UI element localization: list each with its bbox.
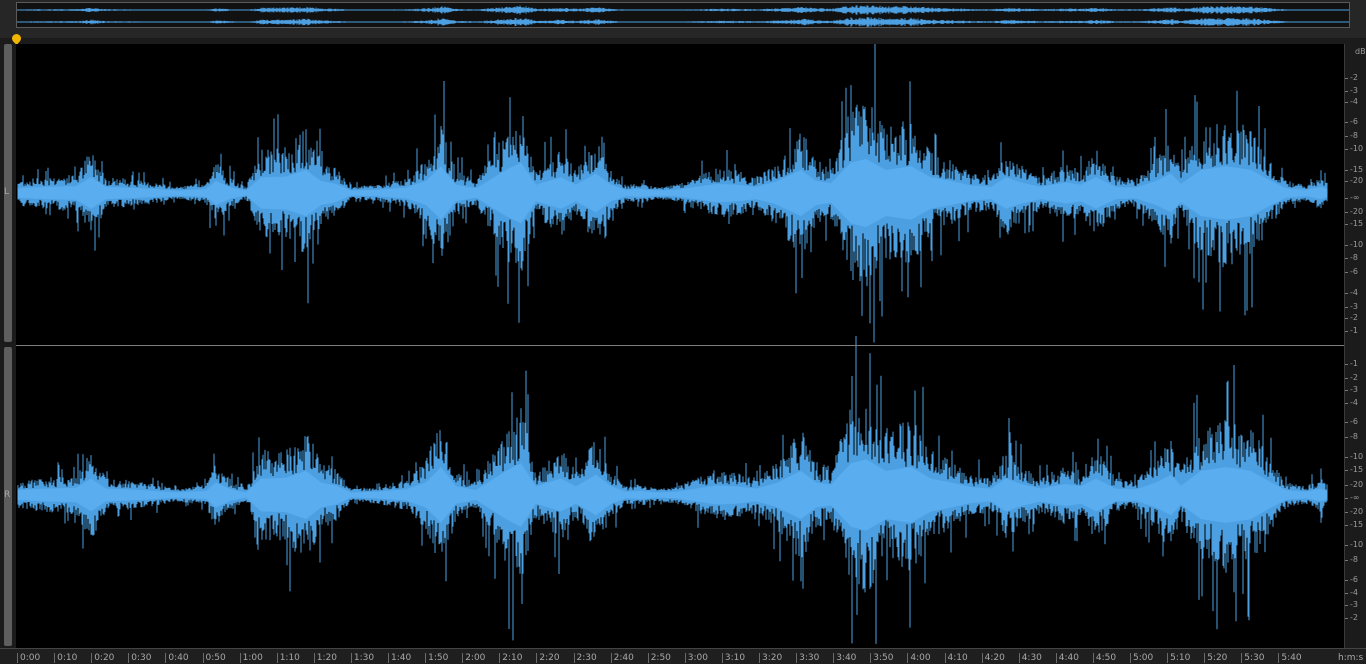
db-tick: -8 [1345,555,1358,564]
db-tick: -8 [1345,253,1358,262]
time-tick: 1:00 [239,653,263,663]
time-tick: 3:10 [721,653,745,663]
channel-l-label: L [4,187,10,197]
db-tick: -20 [1344,507,1364,516]
db-tick: -2 [1345,613,1358,622]
time-tick: 2:30 [573,653,597,663]
time-tick: 3:00 [684,653,708,663]
db-tick: -15 [1344,219,1364,228]
overview-navigator[interactable] [0,0,1366,38]
db-tick: -∞ [1345,493,1360,502]
time-tick: 4:40 [1055,653,1079,663]
db-tick: -1 [1345,326,1358,335]
db-tick: -20 [1344,480,1364,489]
time-tick: 4:00 [907,653,931,663]
db-tick: -6 [1345,575,1358,584]
db-tick: -3 [1345,600,1358,609]
time-tick: 1:50 [425,653,448,663]
time-tick: 1:40 [388,653,411,663]
time-tick: 0:50 [202,653,226,663]
db-tick: -3 [1345,86,1358,95]
time-tick: 4:50 [1092,653,1116,663]
db-tick: -10 [1344,144,1364,153]
db-tick: -6 [1345,117,1358,126]
db-tick: -15 [1344,165,1364,174]
time-tick: 1:10 [276,653,300,663]
time-tick: 0:00 [17,653,40,663]
db-tick: -4 [1345,398,1358,407]
overview-waveform[interactable] [16,2,1350,28]
time-tick: 5:30 [1241,653,1265,663]
time-tick: 3:50 [870,653,894,663]
time-tick: 2:50 [647,653,671,663]
db-tick: -10 [1344,240,1364,249]
overview-waveform-graphic [17,5,1349,27]
db-tick: -2 [1345,73,1358,82]
time-tick: 3:40 [833,653,856,663]
time-unit-label: h:m:s [1338,653,1364,663]
time-tick: 4:20 [981,653,1005,663]
time-tick: 2:20 [536,653,560,663]
db-tick: -20 [1344,207,1364,216]
time-tick: 1:30 [350,653,374,663]
time-tick: 2:00 [462,653,485,663]
db-tick: -15 [1344,465,1364,474]
time-tick: 4:30 [1018,653,1042,663]
waveform-channel [17,336,1328,644]
waveform-channel [17,44,1328,343]
time-tick: 0:40 [165,653,189,663]
time-tick: 0:10 [54,653,77,663]
channel-r-label: R [4,490,11,500]
time-tick: 5:40 [1278,653,1302,663]
db-tick: -10 [1344,540,1364,549]
db-tick: -3 [1345,385,1358,394]
db-tick: -2 [1345,313,1358,322]
time-tick: 5:00 [1130,653,1153,663]
waveform-display[interactable] [16,44,1344,648]
time-tick: 4:10 [944,653,968,663]
db-tick: -4 [1345,97,1358,106]
time-tick: 3:30 [796,653,819,663]
time-tick: 1:20 [313,653,337,663]
db-tick: -1 [1345,359,1358,368]
db-tick: -3 [1345,302,1358,311]
stereo-waveform [17,44,1328,644]
db-tick: -8 [1345,432,1358,441]
time-tick: 2:40 [610,653,634,663]
time-tick: 3:20 [759,653,782,663]
db-tick: -8 [1345,131,1358,140]
time-tick: 2:10 [499,653,523,663]
db-tick: -4 [1345,288,1358,297]
channel-gutter: L R [0,44,16,648]
db-tick: -20 [1344,176,1364,185]
time-tick: 0:30 [128,653,152,663]
time-tick: 0:20 [91,653,114,663]
db-unit-label: dB [1355,47,1366,56]
time-tick: 5:10 [1167,653,1190,663]
db-tick: -6 [1345,267,1358,276]
db-tick: -6 [1345,417,1358,426]
db-tick: -2 [1345,373,1358,382]
db-scale: dB -2 -3 -4 -6 -8 -10 -15 -20 -∞ -20 -15 -10 -8 -6 -4 -… [1344,44,1366,648]
db-tick: -15 [1344,520,1364,529]
db-tick: -4 [1345,588,1358,597]
channel-divider [16,345,1344,346]
time-tick: 5:20 [1204,653,1227,663]
time-ruler[interactable]: h:m:s 0:00 0:10 0:20 0:30 0:40 0:50 1:00 1:10 1:… [0,648,1366,664]
db-tick: -10 [1344,452,1364,461]
db-tick: -∞ [1345,193,1360,202]
